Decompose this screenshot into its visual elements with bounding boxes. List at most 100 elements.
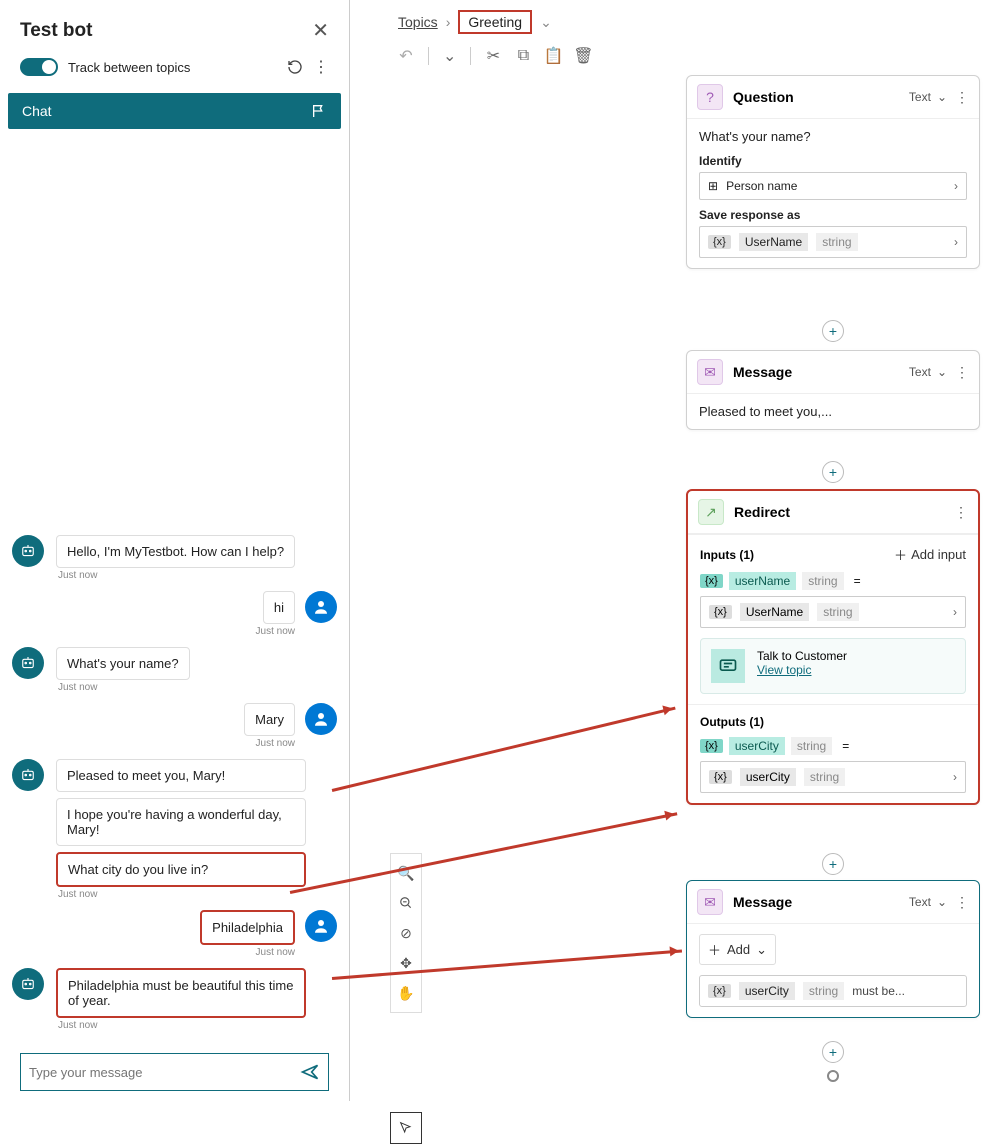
bot-avatar-icon (12, 535, 44, 567)
copy-icon[interactable]: ⧉ (515, 48, 531, 64)
cut-icon[interactable]: ✂ (485, 48, 501, 64)
chat-area: Hello, I'm MyTestbot. How can I help? Ju… (0, 120, 349, 1041)
user-avatar-icon (305, 703, 337, 735)
more-icon[interactable]: ⋮ (955, 894, 969, 911)
annotation-arrow (332, 949, 682, 979)
chevron-right-icon: › (953, 770, 957, 784)
variable-icon: {x} (709, 605, 732, 619)
question-prompt: What's your name? (699, 129, 967, 144)
user-message: Philadelphia (200, 910, 295, 945)
save-label: Save response as (699, 208, 967, 222)
variable-icon: {x} (708, 235, 731, 249)
undo-icon[interactable]: ↶ (398, 48, 414, 64)
breadcrumb-topics[interactable]: Topics (398, 14, 438, 30)
entity-icon: ⊞ (708, 179, 718, 193)
message-icon: ✉ (697, 359, 723, 385)
chevron-right-icon: › (446, 14, 451, 30)
breadcrumb: Topics › Greeting ⌄ (350, 0, 1000, 40)
node-title: Question (733, 89, 909, 105)
save-variable-field[interactable]: {x} UserName string › (699, 226, 967, 258)
reload-icon[interactable] (287, 59, 303, 75)
zoom-out-icon[interactable] (394, 888, 418, 918)
chevron-down-icon[interactable]: ⌄ (937, 365, 947, 379)
end-node-icon (827, 1070, 839, 1082)
add-node-button[interactable]: + (822, 461, 844, 483)
add-node-button[interactable]: + (822, 320, 844, 342)
bot-message: Philadelphia must be beautiful this time… (56, 968, 306, 1018)
topic-name: Talk to Customer (757, 649, 847, 663)
input-value-field[interactable]: {x} UserName string › (700, 596, 966, 628)
user-avatar-icon (305, 591, 337, 623)
add-node-button[interactable]: + (822, 1041, 844, 1063)
add-node-button[interactable]: + (822, 853, 844, 875)
close-icon[interactable]: ✕ (312, 18, 329, 43)
chevron-down-icon[interactable]: ⌄ (540, 14, 552, 31)
hand-icon[interactable]: ✋ (394, 978, 418, 1008)
chevron-right-icon: › (954, 235, 958, 249)
chat-input[interactable] (29, 1065, 300, 1080)
redirect-topic[interactable]: Talk to Customer View topic (700, 638, 966, 694)
bot-avatar-icon (12, 759, 44, 791)
timestamp: Just now (12, 947, 295, 958)
chat-tab-label: Chat (22, 103, 52, 119)
add-input-button[interactable]: ＋ Add input (894, 545, 966, 564)
chevron-right-icon: › (953, 605, 957, 619)
timestamp: Just now (58, 1020, 337, 1031)
topic-icon (711, 649, 745, 683)
identify-field[interactable]: ⊞ Person name › (699, 172, 967, 200)
timestamp: Just now (58, 570, 337, 581)
bot-message: What city do you live in? (56, 852, 306, 887)
outputs-label: Outputs (1) (700, 715, 764, 729)
paste-icon[interactable]: 📋 (545, 48, 561, 64)
zoom-toolbar: 🔍 ⊘ ✥ ✋ (390, 853, 422, 1013)
variable-icon: {x} (700, 574, 723, 588)
view-topic-link[interactable]: View topic (757, 663, 847, 677)
user-message: hi (263, 591, 295, 624)
zoom-in-icon[interactable]: 🔍 (394, 858, 418, 888)
authoring-canvas[interactable]: ? Question Text⌄ ⋮ What's your name? Ide… (350, 75, 1000, 1101)
redirect-icon: ↗ (698, 499, 724, 525)
message-content[interactable]: {x} userCity string must be... (699, 975, 967, 1007)
message-node[interactable]: ✉ Message Text⌄ ⋮ Pleased to meet you,..… (686, 350, 980, 430)
send-icon[interactable] (300, 1062, 320, 1082)
chevron-down-icon[interactable]: ⌄ (443, 46, 456, 66)
bot-message: What's your name? (56, 647, 190, 680)
bot-avatar-icon (12, 647, 44, 679)
question-node[interactable]: ? Question Text⌄ ⋮ What's your name? Ide… (686, 75, 980, 269)
track-toggle[interactable] (20, 58, 58, 76)
node-title: Message (733, 364, 909, 380)
node-title: Redirect (734, 504, 946, 520)
inputs-label: Inputs (1) (700, 548, 754, 562)
add-button[interactable]: ＋ Add ⌄ (699, 934, 776, 965)
message-icon: ✉ (697, 889, 723, 915)
variable-icon: {x} (709, 770, 732, 784)
selection-tool[interactable] (390, 1112, 422, 1144)
message-node-selected[interactable]: ✉ Message Text⌄ ⋮ ＋ Add ⌄ {x} userCity s… (686, 880, 980, 1018)
delete-icon[interactable]: 🗑 (575, 48, 591, 64)
canvas-panel: Topics › Greeting ⌄ ↶ ⌄ ✂ ⧉ 📋 🗑 ? Questi… (350, 0, 1000, 1101)
panel-title: Test bot (20, 20, 92, 42)
flag-icon[interactable] (311, 103, 327, 119)
redirect-node[interactable]: ↗ Redirect ⋮ Inputs (1) ＋ Add input {x} … (686, 489, 980, 805)
zoom-reset-icon[interactable]: ⊘ (394, 918, 418, 948)
more-icon[interactable]: ⋮ (955, 89, 969, 106)
timestamp: Just now (12, 626, 295, 637)
chevron-down-icon[interactable]: ⌄ (937, 895, 947, 909)
timestamp: Just now (58, 682, 337, 693)
test-bot-panel: Test bot ✕ Track between topics ⋮ Chat H… (0, 0, 350, 1101)
more-icon[interactable]: ⋮ (954, 504, 968, 521)
bot-message: I hope you're having a wonderful day, Ma… (56, 798, 306, 846)
output-value-field[interactable]: {x} userCity string › (700, 761, 966, 793)
track-label: Track between topics (68, 60, 287, 75)
bot-avatar-icon (12, 968, 44, 1000)
chevron-down-icon[interactable]: ⌄ (937, 90, 947, 104)
chat-input-row[interactable] (20, 1053, 329, 1091)
breadcrumb-current[interactable]: Greeting (458, 10, 532, 34)
more-icon[interactable]: ⋮ (955, 364, 969, 381)
variable-icon: {x} (708, 984, 731, 998)
chevron-right-icon: › (954, 179, 958, 193)
question-icon: ? (697, 84, 723, 110)
more-icon[interactable]: ⋮ (313, 57, 329, 77)
user-message: Mary (244, 703, 295, 736)
message-text: Pleased to meet you,... (699, 404, 967, 419)
